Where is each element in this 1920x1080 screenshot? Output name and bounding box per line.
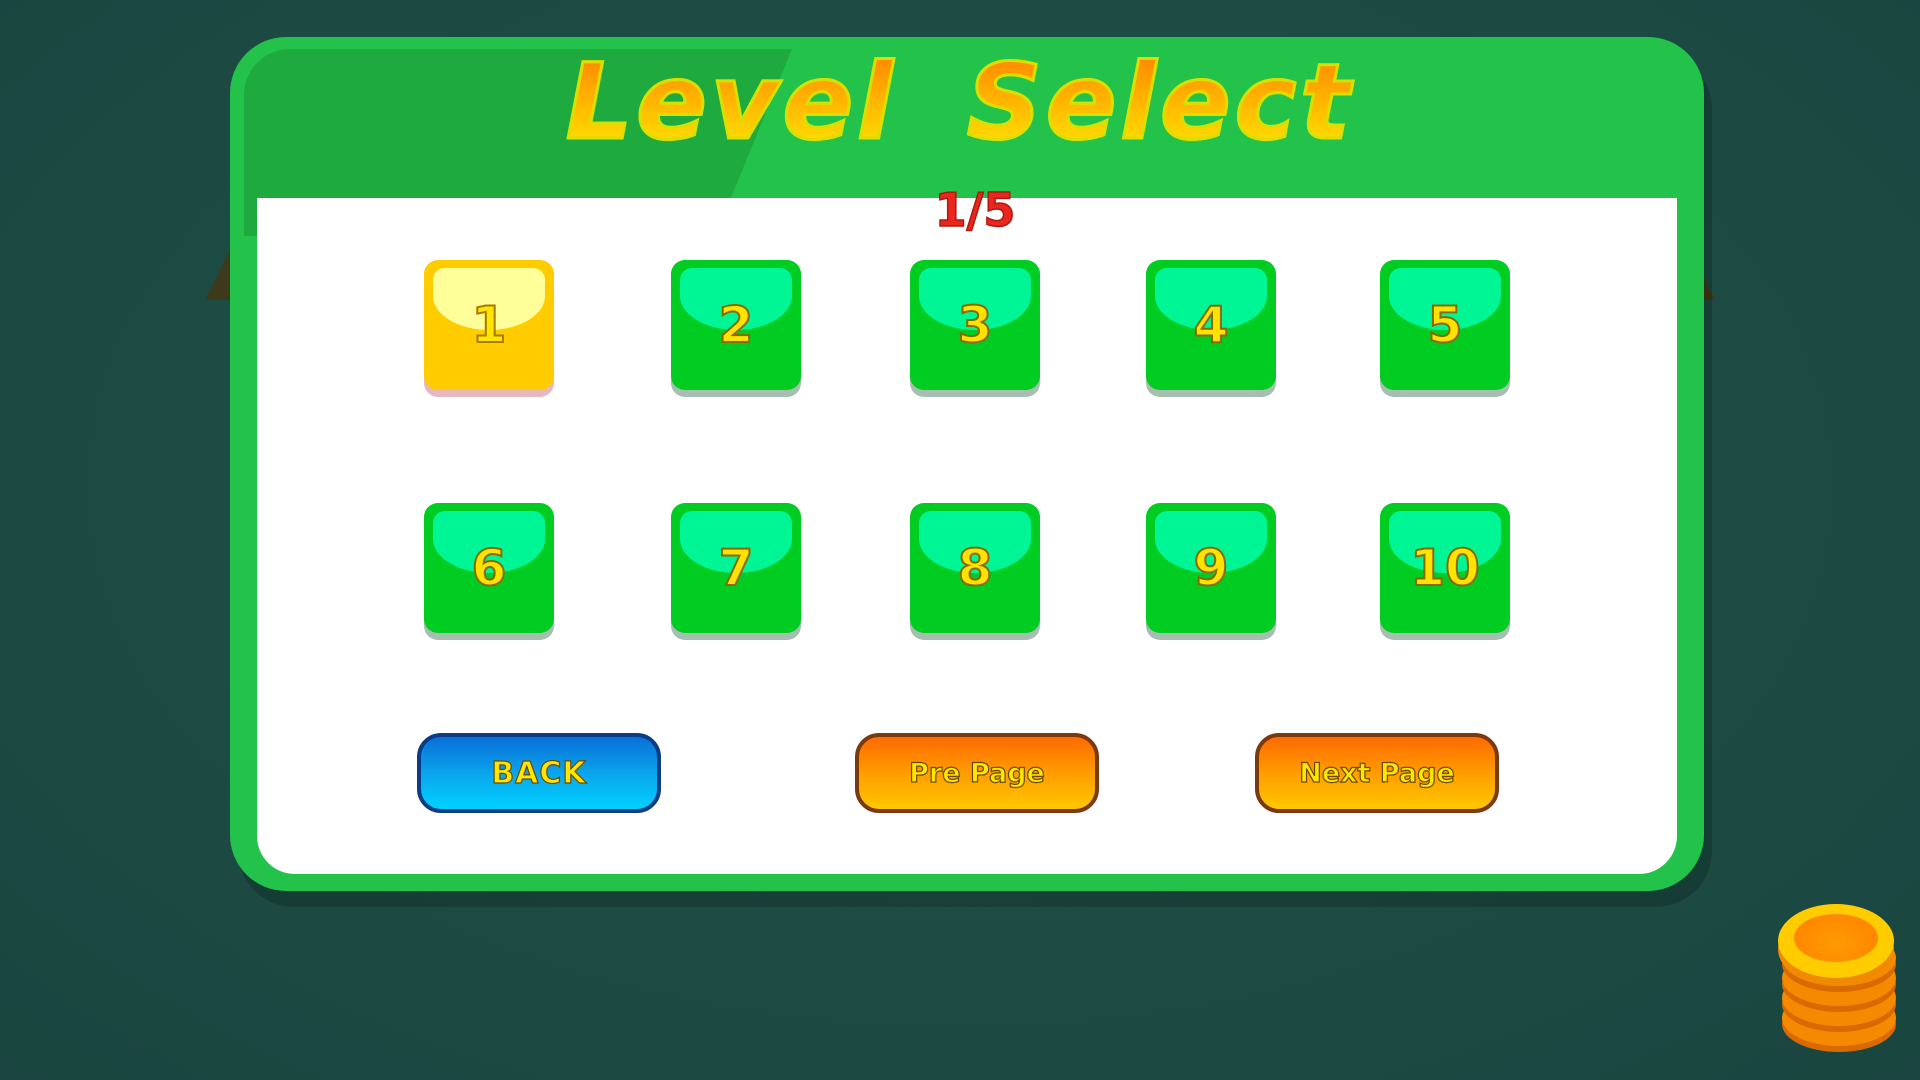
level-number: 9 [1193, 538, 1230, 598]
level-number: 4 [1193, 295, 1230, 355]
level-number: 10 [1409, 538, 1481, 598]
level-number: 5 [1427, 295, 1464, 355]
pre-page-button-label: Pre Page [909, 757, 1046, 789]
level-number: 7 [718, 538, 755, 598]
level-number: 1 [471, 295, 508, 355]
page-title: Level Select [0, 41, 1920, 164]
next-page-button-label: Next Page [1299, 757, 1456, 789]
coin-top [1778, 904, 1894, 978]
level-number: 3 [957, 295, 994, 355]
level-button-2[interactable]: 2 [671, 260, 801, 390]
coin-top-inner [1794, 914, 1878, 962]
level-number: 6 [471, 538, 508, 598]
back-button[interactable]: BACK [417, 733, 661, 813]
level-button-5[interactable]: 5 [1380, 260, 1510, 390]
page-indicator: 1/5 [934, 182, 1016, 238]
level-number: 8 [957, 538, 994, 598]
level-button-7[interactable]: 7 [671, 503, 801, 633]
level-button-4[interactable]: 4 [1146, 260, 1276, 390]
level-button-1[interactable]: 1 [424, 260, 554, 390]
level-button-10[interactable]: 10 [1380, 503, 1510, 633]
back-button-label: BACK [491, 755, 587, 791]
coin-stack-icon[interactable] [1776, 904, 1900, 1052]
level-button-9[interactable]: 9 [1146, 503, 1276, 633]
next-page-button[interactable]: Next Page [1255, 733, 1499, 813]
level-button-8[interactable]: 8 [910, 503, 1040, 633]
level-button-3[interactable]: 3 [910, 260, 1040, 390]
level-number: 2 [718, 295, 755, 355]
level-button-6[interactable]: 6 [424, 503, 554, 633]
pre-page-button[interactable]: Pre Page [855, 733, 1099, 813]
